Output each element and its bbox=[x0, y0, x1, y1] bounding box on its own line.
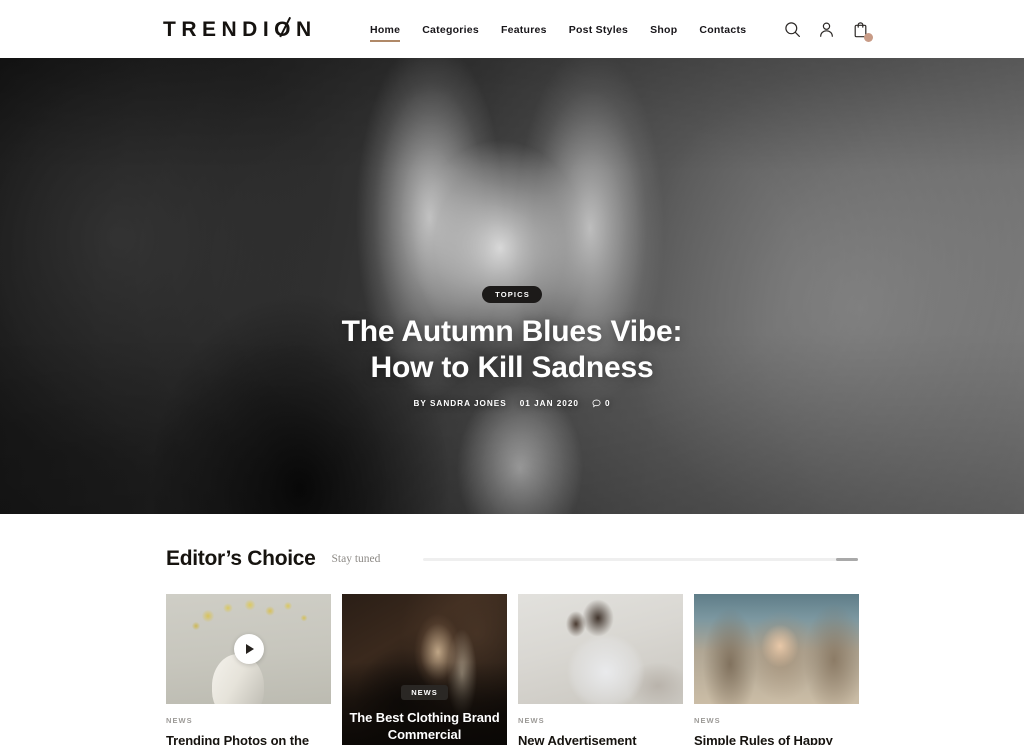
article-card[interactable]: NEWS New Advertisement Agencies in Europ… bbox=[518, 594, 683, 745]
nav-item-categories[interactable]: Categories bbox=[422, 24, 479, 42]
header-actions bbox=[784, 21, 873, 42]
hero-date: 01 JAN 2020 bbox=[519, 399, 579, 408]
card-category[interactable]: NEWS bbox=[694, 716, 859, 725]
card-category[interactable]: NEWS bbox=[166, 716, 331, 725]
carousel-scrollbar-track[interactable] bbox=[423, 557, 858, 561]
article-card[interactable]: NEWS Trending Photos on the Internet thi… bbox=[166, 594, 331, 745]
card-thumbnail: NEWS The Best Clothing Brand Commercial bbox=[342, 594, 507, 745]
card-image bbox=[694, 594, 859, 704]
site-header: TRENDI O N Home Categories Features Post S… bbox=[0, 0, 1024, 58]
nav-item-shop[interactable]: Shop bbox=[650, 24, 677, 42]
comment-bubble-icon bbox=[592, 399, 601, 408]
card-title[interactable]: Trending Photos on the Internet this Mon… bbox=[166, 732, 331, 745]
logo-suffix: N bbox=[296, 18, 317, 41]
card-category[interactable]: NEWS bbox=[401, 684, 448, 700]
section-header: Editor’s Choice Stay tuned bbox=[166, 547, 858, 571]
user-icon[interactable] bbox=[818, 21, 835, 38]
card-thumbnail bbox=[166, 594, 331, 704]
card-image bbox=[518, 594, 683, 704]
article-card[interactable]: NEWS Simple Rules of Happy and Healthy L… bbox=[694, 594, 859, 745]
shopping-bag-icon[interactable] bbox=[852, 21, 873, 42]
nav-item-contacts[interactable]: Contacts bbox=[699, 24, 746, 42]
main-navigation: Home Categories Features Post Styles Sho… bbox=[370, 24, 746, 42]
hero-comment-number: 0 bbox=[604, 399, 611, 408]
play-icon[interactable] bbox=[233, 634, 264, 664]
nav-item-features[interactable]: Features bbox=[501, 24, 547, 42]
carousel-scrollbar-thumb[interactable] bbox=[836, 557, 858, 561]
article-card[interactable]: NEWS The Best Clothing Brand Commercial bbox=[342, 594, 507, 745]
nav-item-home[interactable]: Home bbox=[370, 24, 401, 42]
hero-topics-badge[interactable]: TOPICS bbox=[482, 286, 542, 303]
card-title[interactable]: Simple Rules of Happy and Healthy Life bbox=[694, 732, 859, 745]
hero-featured-post[interactable]: TOPICS The Autumn Blues Vibe: How to Kil… bbox=[0, 58, 1024, 514]
nav-item-post-styles[interactable]: Post Styles bbox=[569, 24, 628, 42]
section-title: Editor’s Choice bbox=[166, 547, 316, 570]
card-title[interactable]: New Advertisement Agencies in Europe bbox=[518, 732, 683, 745]
logo-slashed-o: O bbox=[274, 18, 297, 41]
card-title[interactable]: The Best Clothing Brand Commercial bbox=[342, 709, 507, 743]
card-overlay-content: NEWS The Best Clothing Brand Commercial bbox=[342, 684, 507, 743]
editors-choice-card-list: NEWS Trending Photos on the Internet thi… bbox=[166, 594, 1024, 745]
card-thumbnail bbox=[694, 594, 859, 704]
hero-meta: BY SANDRA JONES 01 JAN 2020 0 bbox=[413, 399, 610, 408]
section-subtitle: Stay tuned bbox=[331, 553, 381, 565]
card-category[interactable]: NEWS bbox=[518, 716, 683, 725]
hero-title: The Autumn Blues Vibe: How to Kill Sadne… bbox=[342, 314, 683, 386]
hero-title-line-1: The Autumn Blues Vibe: bbox=[341, 315, 683, 348]
hero-title-line-2: How to Kill Sadness bbox=[370, 351, 654, 384]
site-logo[interactable]: TRENDI O N bbox=[163, 19, 317, 40]
hero-content: TOPICS The Autumn Blues Vibe: How to Kil… bbox=[0, 286, 1024, 408]
editors-choice-section: Editor’s Choice Stay tuned NEWS Trending… bbox=[0, 514, 1024, 745]
cart-count-badge bbox=[864, 33, 873, 42]
search-icon[interactable] bbox=[784, 21, 801, 38]
hero-comment-count[interactable]: 0 bbox=[592, 399, 611, 408]
hero-author[interactable]: BY SANDRA JONES bbox=[413, 399, 506, 408]
logo-prefix: TRENDI bbox=[163, 18, 275, 41]
card-thumbnail bbox=[518, 594, 683, 704]
